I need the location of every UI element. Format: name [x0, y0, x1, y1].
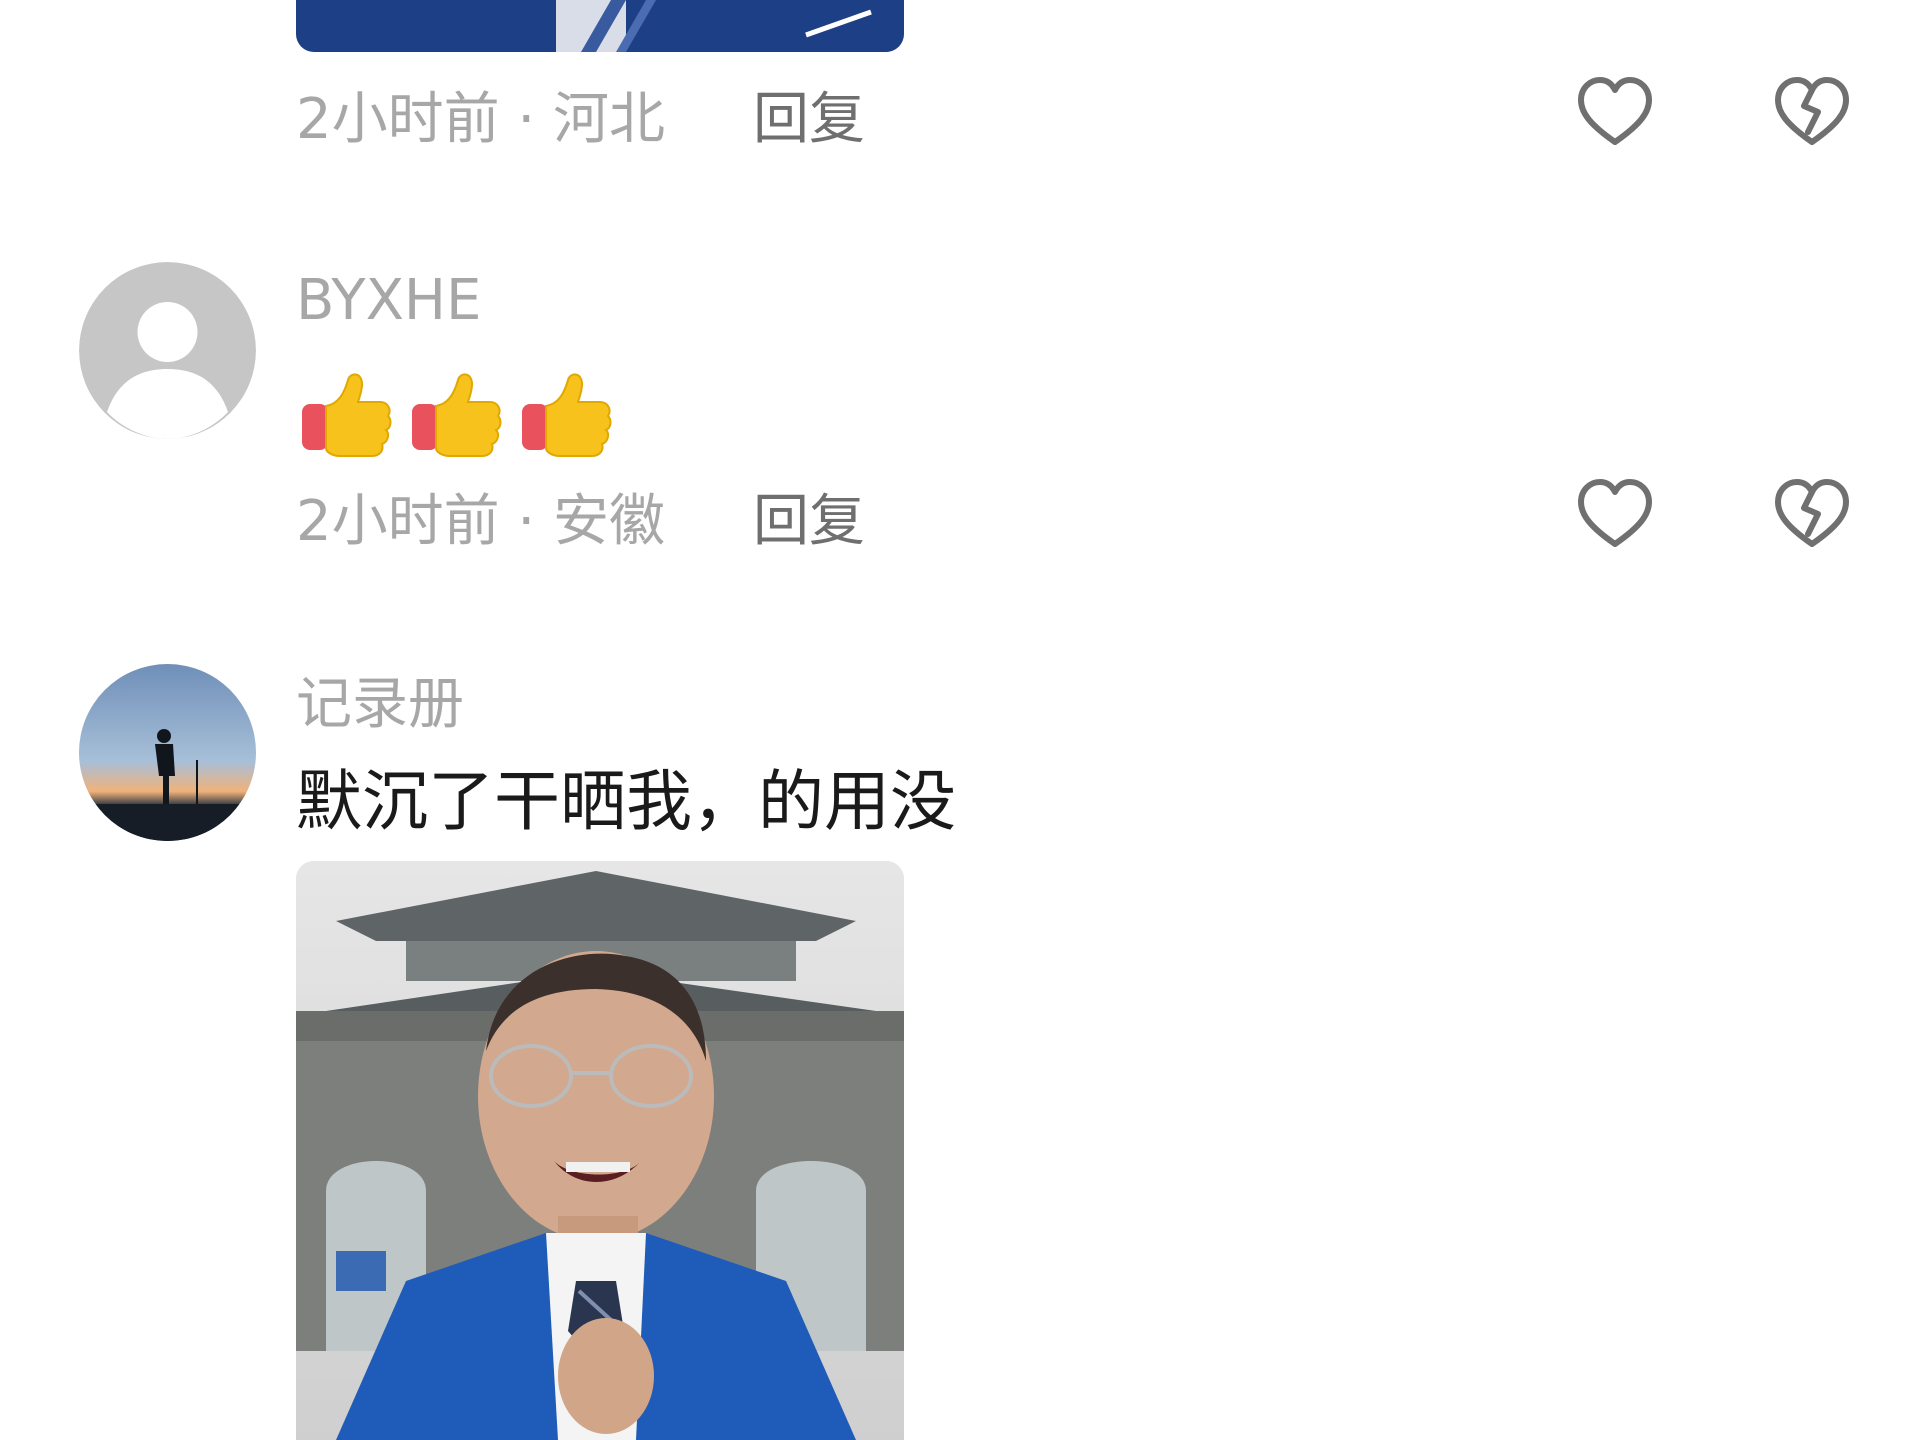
dislike-broken-heart-icon[interactable] — [1772, 74, 1852, 154]
dislike-broken-heart-icon[interactable] — [1772, 476, 1852, 556]
comment-time-location: 2小时前 · 河北 — [296, 86, 666, 152]
username[interactable]: 记录册 — [296, 670, 464, 740]
comment-image[interactable] — [296, 861, 904, 1440]
reply-button[interactable]: 回复 — [753, 476, 865, 557]
comment-meta-row: 2小时前 · 安徽 回复 — [296, 476, 865, 556]
comment-emoji-row — [296, 360, 616, 460]
thumbs-up-icon — [302, 373, 392, 457]
username[interactable]: BYXHE — [296, 266, 481, 336]
like-icon[interactable] — [1575, 476, 1655, 556]
thumbs-up-icon — [522, 373, 612, 457]
comment-list: 2小时前 · 河北 回复 BYXHE 2小时前 · 安徽 回复 记录册 默沉了干… — [0, 0, 1920, 1440]
comment-meta-row: 2小时前 · 河北 回复 — [296, 74, 865, 154]
reply-button[interactable]: 回复 — [753, 74, 865, 155]
thumbs-up-icon — [412, 373, 502, 457]
comment-text: 默沉了干晒我，的用没 — [296, 763, 956, 840]
avatar-default[interactable] — [79, 262, 256, 439]
avatar-photo[interactable] — [79, 664, 256, 841]
comment-time-location: 2小时前 · 安徽 — [296, 488, 666, 554]
comment-image-top[interactable] — [296, 0, 904, 52]
like-icon[interactable] — [1575, 74, 1655, 154]
